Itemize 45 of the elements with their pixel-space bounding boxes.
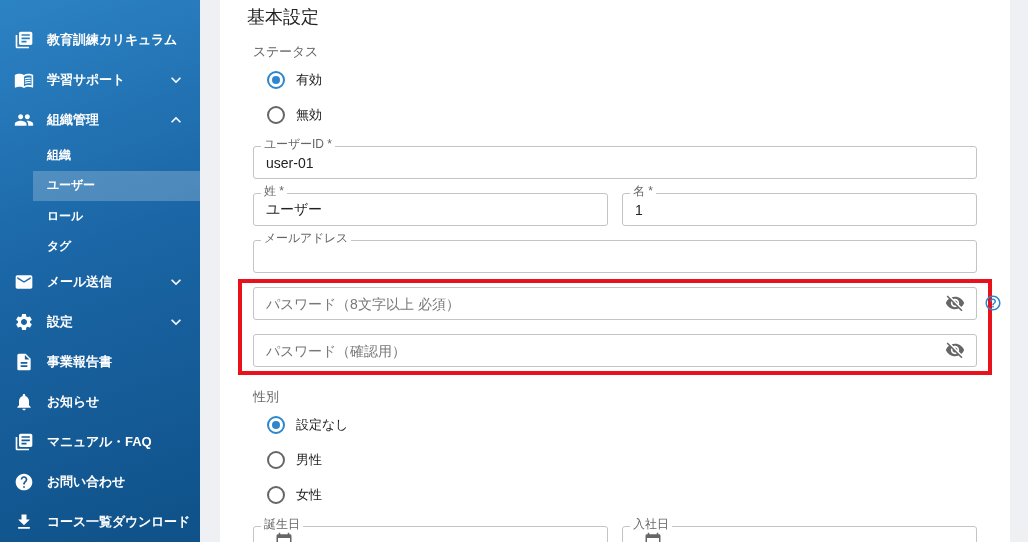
- sidebar-item[interactable]: マニュアル・FAQ: [0, 422, 200, 462]
- sidebar-subitem[interactable]: ユーザー: [33, 170, 200, 201]
- group-label: ステータス: [253, 43, 319, 61]
- sidebar-item[interactable]: 教育訓練カリキュラム: [0, 20, 200, 60]
- section-title: 基本設定: [247, 6, 320, 29]
- help-icon: [14, 472, 34, 492]
- sidebar-item[interactable]: 組織管理: [0, 100, 200, 140]
- bell-icon: [14, 392, 34, 412]
- help-icon[interactable]: [984, 294, 1002, 312]
- sidebar-item[interactable]: 設定: [0, 302, 200, 342]
- radio-icon[interactable]: [267, 415, 285, 434]
- settings-icon: [14, 312, 34, 332]
- radio-icon[interactable]: [267, 70, 285, 89]
- field-label: 誕生日: [261, 518, 303, 531]
- sidebar-item[interactable]: メール送信: [0, 262, 200, 302]
- eye-off-icon[interactable]: [945, 340, 965, 360]
- sidebar-item[interactable]: コース一覧ダウンロード: [0, 502, 200, 542]
- eye-off-icon[interactable]: [945, 293, 965, 313]
- sidebar-item[interactable]: 学習サポート: [0, 60, 200, 100]
- field-label: メールアドレス: [261, 232, 351, 245]
- radio-icon[interactable]: [267, 485, 285, 504]
- radio-option[interactable]: 無効: [253, 97, 977, 132]
- radio-option[interactable]: 男性: [253, 442, 977, 477]
- radio-icon[interactable]: [267, 105, 285, 124]
- document-icon: [14, 352, 34, 372]
- field-label: 入社日: [630, 518, 672, 531]
- sidebar-subitem[interactable]: 組織: [33, 140, 200, 171]
- group-label: 性別: [253, 388, 280, 406]
- field-label: 姓 *: [261, 185, 287, 198]
- sidebar-subitem[interactable]: タグ: [33, 231, 200, 262]
- sidebar-item[interactable]: お問い合わせ: [0, 462, 200, 502]
- sidebar-item[interactable]: お知らせ: [0, 382, 200, 422]
- field-label: ユーザーID *: [261, 138, 335, 151]
- sidebar-item[interactable]: 事業報告書: [0, 342, 200, 382]
- radio-option[interactable]: 女性: [253, 477, 977, 512]
- field-label: 名 *: [630, 185, 656, 198]
- password-field[interactable]: パスワード（確認用）: [253, 334, 977, 367]
- envelope-icon: [14, 272, 34, 292]
- radio-option[interactable]: 有効: [253, 62, 977, 97]
- sidebar-subitem[interactable]: ロール: [33, 201, 200, 232]
- books-icon: [14, 432, 34, 452]
- radio-option[interactable]: 設定なし: [253, 407, 977, 442]
- radio-icon[interactable]: [267, 450, 285, 469]
- books-icon: [14, 30, 34, 50]
- password-field[interactable]: パスワード（8文字以上 必須）: [253, 287, 977, 320]
